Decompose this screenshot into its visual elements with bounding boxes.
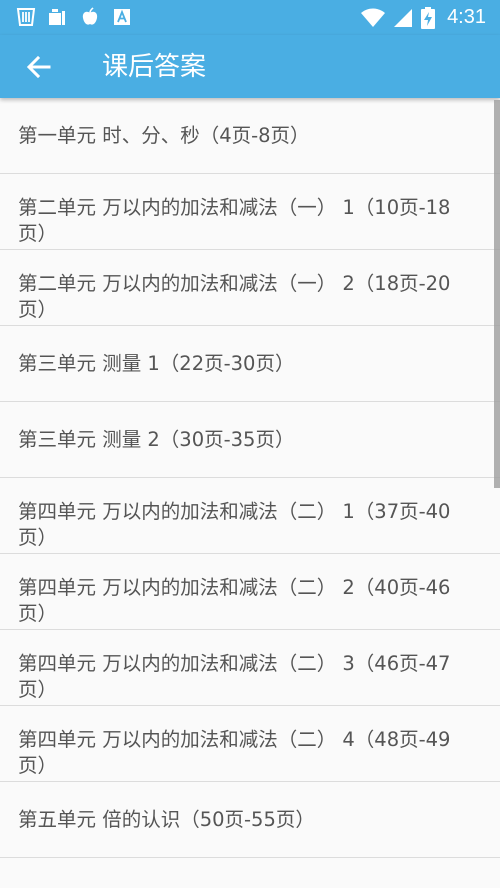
- list-item[interactable]: 第四单元 万以内的加法和减法（二） 4（48页-49页）: [0, 706, 500, 782]
- list-item[interactable]: 第三单元 测量 1（22页-30页）: [0, 326, 500, 402]
- list-item[interactable]: 第四单元 万以内的加法和减法（二） 3（46页-47页）: [0, 630, 500, 706]
- answer-list[interactable]: 第一单元 时、分、秒（4页-8页） 第二单元 万以内的加法和减法（一） 1（10…: [0, 98, 500, 888]
- apple-icon: [82, 7, 98, 25]
- dictionary-a-icon: [114, 9, 130, 25]
- list-item-label: 第三单元 测量 1（22页-30页）: [18, 351, 295, 375]
- app-w-icon: [16, 8, 36, 26]
- list-item-label: 第四单元 万以内的加法和减法（二） 1（37页-40页）: [18, 500, 451, 549]
- list-item-label: 第五单元 倍的认识（50页-55页）: [18, 807, 315, 831]
- clock: 4:31: [447, 6, 486, 28]
- list-item[interactable]: 第五单元 倍的认识（50页-55页）: [0, 782, 500, 858]
- battery-charging-icon: [421, 6, 436, 29]
- status-bar: 4:31: [0, 0, 500, 35]
- list-item-label: 第四单元 万以内的加法和减法（二） 2（40页-46页）: [18, 576, 451, 625]
- list-item-label: 第四单元 万以内的加法和减法（二） 4（48页-49页）: [18, 728, 451, 777]
- app-bar: 课后答案: [0, 35, 500, 98]
- cell-signal-icon: [394, 8, 413, 27]
- arrow-left-icon[interactable]: [22, 50, 56, 84]
- list-item-label: 第一单元 时、分、秒（4页-8页）: [18, 123, 310, 147]
- list-item[interactable]: 第四单元 万以内的加法和减法（二） 2（40页-46页）: [0, 554, 500, 630]
- list-item[interactable]: 第一单元 时、分、秒（4页-8页）: [0, 98, 500, 174]
- list-item-label: 第四单元 万以内的加法和减法（二） 3（46页-47页）: [18, 652, 451, 701]
- list-item[interactable]: 第二单元 万以内的加法和减法（一） 1（10页-18页）: [0, 174, 500, 250]
- page-title: 课后答案: [102, 52, 207, 82]
- list-item[interactable]: 第四单元 万以内的加法和减法（二） 1（37页-40页）: [0, 478, 500, 554]
- charging-dock-icon: [49, 9, 65, 25]
- list-item[interactable]: 第二单元 万以内的加法和减法（一） 2（18页-20页）: [0, 250, 500, 326]
- scrollbar[interactable]: [494, 100, 500, 488]
- list-item-label: 第二单元 万以内的加法和减法（一） 2（18页-20页）: [18, 272, 451, 321]
- list-item[interactable]: 第三单元 测量 2（30页-35页）: [0, 402, 500, 478]
- list-item-label: 第三单元 测量 2（30页-35页）: [18, 427, 295, 451]
- wifi-icon: [361, 8, 386, 27]
- list-item-label: 第二单元 万以内的加法和减法（一） 1（10页-18页）: [18, 196, 451, 245]
